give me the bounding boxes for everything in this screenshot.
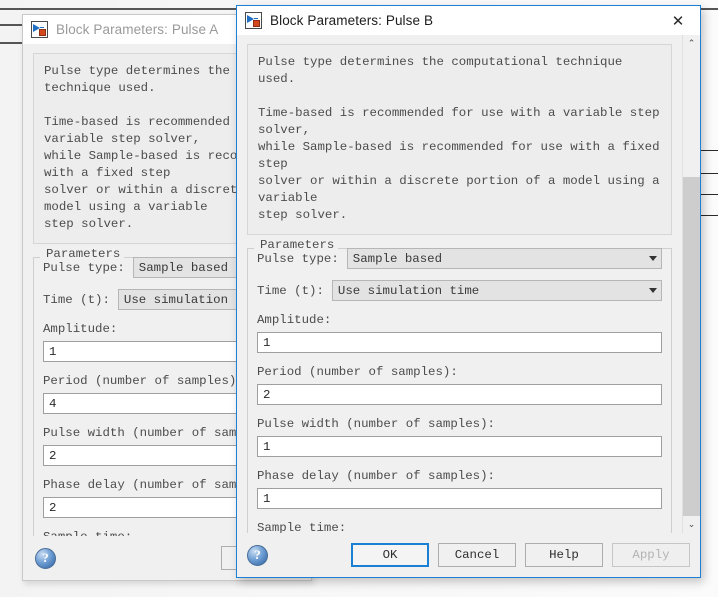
dialog-b-phase-delay-label: Phase delay (number of samples): — [257, 469, 495, 483]
dialog-b-pulse-type-select[interactable]: Sample based — [346, 248, 662, 269]
dialog-b-parameters-group: Parameters Pulse type: Sample based Time… — [247, 238, 672, 533]
dialog-b-time-label: Time (t): — [257, 283, 324, 298]
dialog-b-pulse-width-input[interactable]: 1 — [257, 436, 662, 457]
dialog-b-cancel-button[interactable]: Cancel — [438, 543, 516, 567]
dialog-a-time-label: Time (t): — [43, 292, 110, 307]
dialog-b-period-label: Period (number of samples): — [257, 365, 458, 379]
block-parameters-dialog-pulse-b[interactable]: Block Parameters: Pulse B ✕ Pulse type d… — [236, 5, 701, 578]
scrollbar-track[interactable] — [683, 52, 700, 516]
help-icon[interactable]: ? — [247, 544, 268, 566]
dialog-b-time-select[interactable]: Use simulation time — [331, 280, 662, 301]
simulink-block-icon — [245, 12, 262, 29]
dialog-b-amplitude-input[interactable]: 1 — [257, 332, 662, 353]
dialog-b-button-bar: ? OK Cancel Help Apply — [237, 533, 700, 577]
dialog-b-pulse-type-value: Sample based — [352, 251, 443, 266]
dialog-b-help-button[interactable]: Help — [525, 543, 603, 567]
dialog-b-phase-delay-input[interactable]: 1 — [257, 488, 662, 509]
dialog-b-content: Pulse type determines the computational … — [237, 35, 682, 533]
chevron-down-icon — [649, 256, 657, 261]
dialog-b-ok-button[interactable]: OK — [351, 543, 429, 567]
dialog-b-scroll-area: Pulse type determines the computational … — [237, 35, 700, 533]
scrollbar-thumb[interactable] — [683, 177, 700, 516]
canvas-wire — [701, 215, 718, 216]
canvas-wire — [701, 150, 718, 151]
dialog-b-vertical-scrollbar[interactable]: ⌃ ⌄ — [682, 35, 700, 533]
dialog-a-group-legend: Parameters — [42, 247, 125, 261]
canvas-wire — [701, 194, 718, 195]
simulink-block-icon — [31, 21, 48, 38]
dialog-b-pulse-type-label: Pulse type: — [257, 251, 339, 266]
dialog-b-description: Pulse type determines the computational … — [247, 44, 672, 235]
dialog-a-title: Block Parameters: Pulse A — [56, 22, 219, 37]
dialog-b-time-row: Time (t): Use simulation time — [257, 280, 662, 301]
dialog-b-body: Pulse type determines the computational … — [237, 35, 700, 577]
dialog-b-titlebar[interactable]: Block Parameters: Pulse B ✕ — [237, 6, 700, 35]
dialog-b-time-value: Use simulation time — [337, 283, 480, 298]
dialog-b-apply-button: Apply — [612, 543, 690, 567]
help-icon[interactable]: ? — [35, 547, 56, 569]
scroll-up-icon[interactable]: ⌃ — [683, 35, 700, 52]
dialog-b-period-input[interactable]: 2 — [257, 384, 662, 405]
dialog-b-group-legend: Parameters — [256, 238, 339, 252]
scroll-down-icon[interactable]: ⌄ — [683, 516, 700, 533]
dialog-b-amplitude-label: Amplitude: — [257, 313, 332, 327]
close-icon[interactable]: ✕ — [656, 6, 700, 35]
dialog-b-sample-time-label: Sample time: — [257, 521, 347, 533]
canvas-wire — [701, 173, 718, 174]
dialog-a-pulse-type-label: Pulse type: — [43, 260, 125, 275]
dialog-b-pulse-width-label: Pulse width (number of samples): — [257, 417, 495, 431]
chevron-down-icon — [649, 288, 657, 293]
dialog-b-title: Block Parameters: Pulse B — [270, 13, 434, 28]
